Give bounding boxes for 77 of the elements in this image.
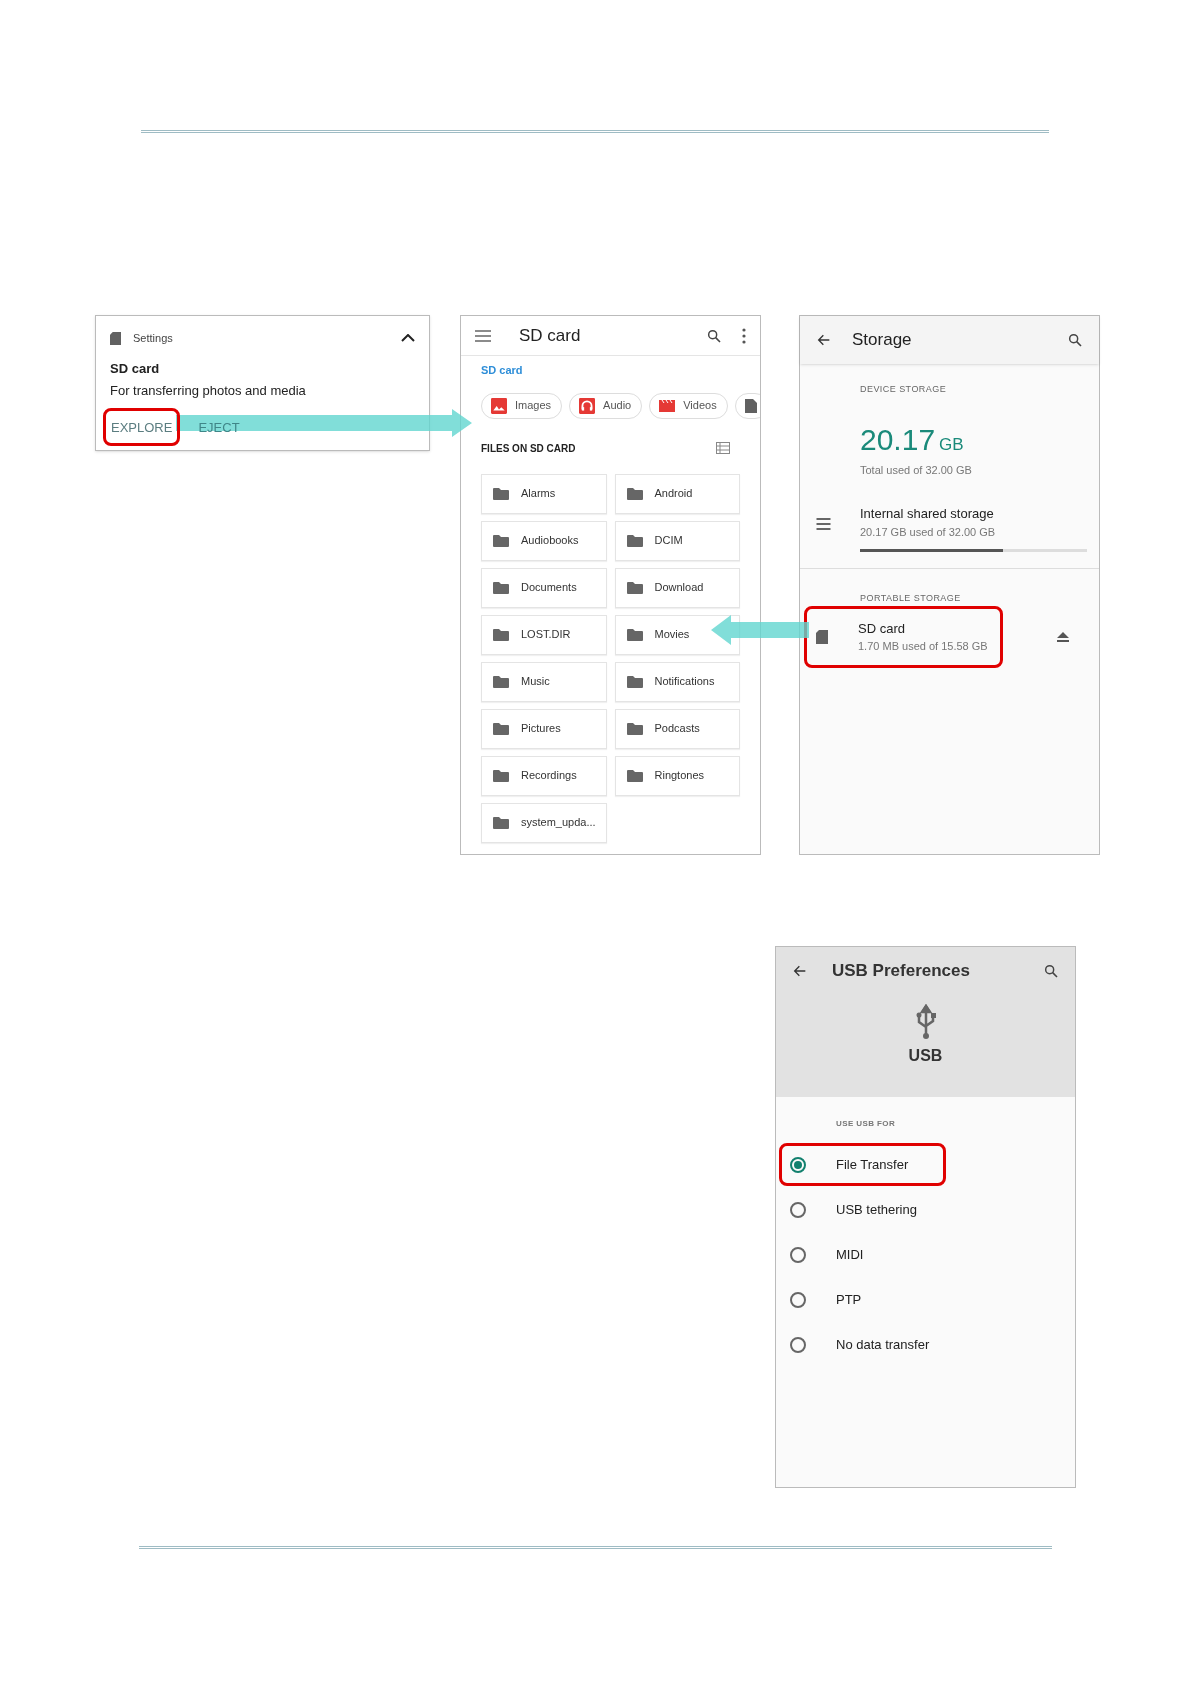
folder-tile[interactable]: Pictures — [481, 708, 607, 749]
folder-tile[interactable]: Alarms — [481, 473, 607, 514]
option-label: PTP — [836, 1290, 862, 1309]
option-label: MIDI — [836, 1245, 864, 1264]
folder-icon — [493, 534, 509, 547]
storage-summary: 20.17 GB used of 32.00 GB — [860, 524, 997, 540]
folder-icon — [626, 675, 643, 688]
sd-card-icon — [816, 629, 828, 644]
radio-button[interactable] — [790, 1156, 806, 1173]
folder-tile[interactable]: Documents — [481, 567, 607, 608]
option-label: USB tethering — [836, 1200, 917, 1219]
screen-title: Storage — [852, 329, 912, 352]
folder-tile[interactable]: Audiobooks — [481, 520, 607, 561]
folder-icon — [493, 487, 509, 500]
folder-tile[interactable]: Notifications — [614, 661, 740, 702]
back-arrow-icon[interactable] — [816, 332, 832, 348]
folder-icon — [493, 769, 509, 782]
folder-icon — [626, 534, 643, 547]
collapse-chevron-icon[interactable] — [401, 334, 415, 343]
more-options-icon[interactable] — [742, 327, 746, 344]
folder-icon — [493, 581, 509, 594]
folder-icon — [626, 769, 643, 782]
folder-tile[interactable]: system_upda... — [481, 802, 607, 843]
storage-title: SD card — [858, 619, 906, 638]
action-button[interactable]: EXPLORE — [110, 417, 174, 437]
folder-icon — [493, 675, 509, 688]
notification-text: For transferring photos and media — [110, 382, 307, 400]
used-value: 20.17 — [860, 421, 936, 458]
folder-tile[interactable]: Movies — [614, 614, 740, 655]
option-label: No data transfer — [836, 1335, 930, 1354]
folder-tile[interactable]: DCIM — [614, 520, 740, 561]
storage-list-icon — [816, 518, 831, 530]
sd-card-icon — [110, 331, 121, 345]
section-header: DEVICE STORAGE — [860, 383, 948, 396]
folder-icon — [626, 487, 643, 500]
radio-button[interactable] — [790, 1201, 806, 1218]
headphones-icon — [579, 397, 596, 414]
back-arrow-icon[interactable] — [792, 963, 808, 979]
radio-button[interactable] — [790, 1291, 806, 1308]
folder-icon — [626, 722, 643, 735]
folder-icon — [493, 816, 509, 829]
search-icon[interactable] — [1043, 963, 1059, 979]
usb-label: USB — [908, 1046, 943, 1066]
list-view-icon[interactable] — [716, 442, 730, 454]
folder-tile[interactable]: Recordings — [481, 755, 607, 796]
radio-button[interactable] — [790, 1246, 806, 1263]
folder-tile[interactable]: Music — [481, 661, 607, 702]
section-header: USE USB FOR — [836, 1118, 897, 1130]
folder-tile[interactable]: Android — [614, 473, 740, 514]
clapperboard-icon — [659, 399, 676, 412]
used-unit: GB — [939, 433, 964, 456]
screen-title: USB Preferences — [832, 960, 970, 983]
option-label: File Transfer — [836, 1155, 909, 1174]
folder-icon — [626, 628, 643, 641]
app-title: SD card — [519, 324, 581, 347]
image-icon — [491, 397, 507, 414]
folder-tile[interactable]: Podcasts — [614, 708, 740, 749]
eject-icon[interactable] — [1057, 631, 1069, 642]
menu-icon[interactable] — [475, 329, 491, 342]
storage-title: Internal shared storage — [860, 505, 995, 523]
search-icon[interactable] — [706, 327, 722, 344]
folder-tile[interactable]: Download — [614, 567, 740, 608]
document-icon — [744, 397, 757, 414]
section-header: FILES ON SD CARD — [481, 441, 576, 456]
folder-icon — [493, 722, 509, 735]
notification-title: SD card — [110, 359, 161, 378]
folder-tile[interactable]: Ringtones — [614, 755, 740, 796]
app-name: Settings — [133, 331, 173, 346]
folder-icon — [493, 628, 509, 641]
breadcrumb-link[interactable]: SD card — [481, 362, 760, 379]
storage-summary: 1.70 MB used of 15.58 GB — [858, 639, 988, 654]
folder-icon — [626, 581, 643, 594]
folder-tile[interactable]: LOST.DIR — [481, 614, 607, 655]
section-header: PORTABLE STORAGE — [860, 592, 962, 605]
radio-button[interactable] — [790, 1336, 806, 1353]
used-caption: Total used of 32.00 GB — [860, 462, 973, 478]
search-icon[interactable] — [1067, 332, 1083, 348]
